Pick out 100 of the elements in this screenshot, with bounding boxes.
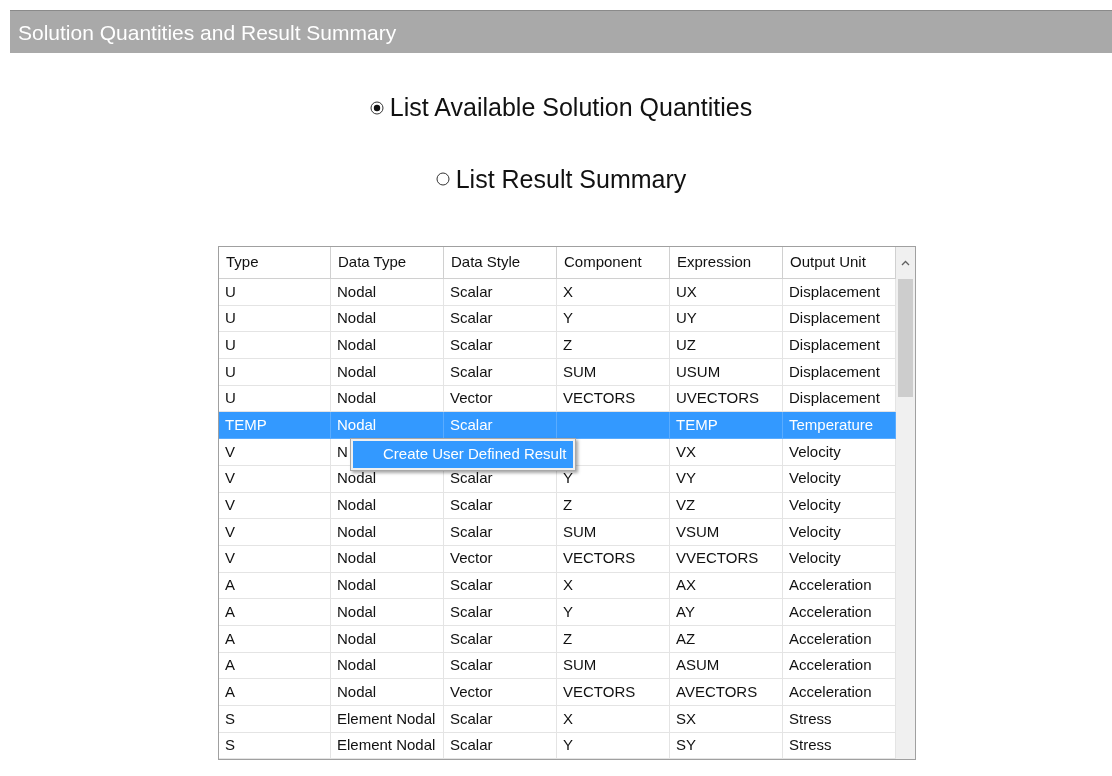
table-cell-text: Displacement <box>789 388 880 409</box>
table-row[interactable]: A Nodal Scalar Y AY Acceleration <box>219 599 896 626</box>
table-cell-text: Element Nodal <box>337 708 436 729</box>
table-cell-text: Displacement <box>789 281 880 302</box>
table-cell-text: TEMP <box>225 415 267 436</box>
table-cell-text: V <box>225 521 235 542</box>
table-cell-text: Acceleration <box>789 601 872 622</box>
caret-up-icon <box>901 260 910 266</box>
table-cell-text: Vector <box>450 548 493 569</box>
table-cell-text: AVECTORS <box>676 681 758 702</box>
radio-button[interactable] <box>435 172 450 187</box>
table-cell-text: Nodal <box>337 388 377 409</box>
table-cell-text: Nodal <box>337 601 377 622</box>
table-cell-text: VX <box>676 441 696 462</box>
table-cell-text: Nodal <box>337 681 377 702</box>
table-cell-text: UZ <box>676 334 696 355</box>
column-header[interactable]: Data Type <box>331 247 444 278</box>
table-cell-text: X <box>563 281 573 302</box>
table-cell-text: SY <box>676 735 696 756</box>
table-cell-text: SX <box>676 708 696 729</box>
table-cell-text: Nodal <box>337 575 377 596</box>
table-cell-text: X <box>563 708 573 729</box>
table-cell-text: Nodal <box>337 521 377 542</box>
table-cell-text: Nodal <box>337 468 377 489</box>
table-cell-text: TEMP <box>676 415 718 436</box>
table-cell-text: Z <box>563 334 573 355</box>
table-row[interactable]: U Nodal Scalar SUM USUM Displacement <box>219 359 896 386</box>
table-cell-text: VECTORS <box>563 681 636 702</box>
table-cell-text: SUM <box>563 361 597 382</box>
radio-button[interactable] <box>369 100 384 115</box>
panel-title: Solution Quantities and Result Summary <box>10 10 1112 53</box>
table-cell-text: USUM <box>676 361 721 382</box>
table-row[interactable]: V Nodal Scalar SUM VSUM Velocity <box>219 519 896 546</box>
table-row[interactable]: A Nodal Scalar SUM ASUM Acceleration <box>219 652 896 680</box>
column-header[interactable]: Expression <box>670 247 783 278</box>
table-cell-text: Velocity <box>789 495 841 516</box>
table-cell-text: Displacement <box>789 361 880 382</box>
table-cell-text: U <box>225 334 236 355</box>
column-header[interactable]: Component <box>557 247 670 278</box>
radio-option[interactable]: List Available Solution Quantities <box>369 89 753 127</box>
table-cell-text: Nodal <box>337 308 377 329</box>
table-cell-text: SUM <box>563 521 597 542</box>
table-row[interactable]: V Nodal Vector VECTORS VVECTORS Velocity <box>219 545 896 573</box>
table-cell-text: Scalar <box>450 601 493 622</box>
table-cell-text: VY <box>676 468 696 489</box>
table-cell-text: ASUM <box>676 655 720 676</box>
table-cell-text: Scalar <box>450 521 493 542</box>
table-cell-text: Velocity <box>789 468 841 489</box>
table-cell-text: X <box>563 575 573 596</box>
table-cell-text: Acceleration <box>789 575 872 596</box>
table-row[interactable]: A Nodal Vector VECTORS AVECTORS Acceleration <box>219 679 896 706</box>
table-cell-text: S <box>225 708 235 729</box>
table-row[interactable]: A Nodal Scalar X AX Acceleration <box>219 572 896 600</box>
table-row[interactable]: V Nodal Scalar Z VZ Velocity <box>219 492 896 520</box>
table-cell-text: AX <box>676 575 696 596</box>
table-cell-text: VSUM <box>676 521 720 542</box>
table-cell-text: Z <box>563 628 573 649</box>
table-cell-text: VVECTORS <box>676 548 759 569</box>
table-row[interactable]: S Element Nodal Scalar Y SY Stress <box>219 732 896 760</box>
table-cell-text: Nodal <box>337 655 377 676</box>
table-cell-text: Nodal <box>337 628 377 649</box>
column-header[interactable]: Type <box>219 247 331 278</box>
table-cell-text: Scalar <box>450 495 493 516</box>
table-cell-text: Scalar <box>450 361 493 382</box>
table-row[interactable]: U Nodal Scalar X UX Displacement <box>219 279 896 306</box>
table-cell-text: Stress <box>789 735 832 756</box>
table-cell-text: Scalar <box>450 628 493 649</box>
table-cell-text: Scalar <box>450 575 493 596</box>
table-cell-text: A <box>225 628 235 649</box>
table-row[interactable]: A Nodal Scalar Z AZ Acceleration <box>219 625 896 653</box>
scrollbar[interactable] <box>896 247 915 760</box>
radio-option[interactable]: List Result Summary <box>435 160 687 198</box>
table-cell-text: Scalar <box>450 415 493 436</box>
table-cell-text: V <box>225 548 235 569</box>
table-cell-text: Scalar <box>450 708 493 729</box>
table-cell-text: Nodal <box>337 361 377 382</box>
column-header[interactable]: Data Style <box>444 247 557 278</box>
table-cell-text: Scalar <box>450 281 493 302</box>
table-cell-text: Nodal <box>337 334 377 355</box>
table-row[interactable]: S Element Nodal Scalar X SX Stress <box>219 706 896 733</box>
table-cell-text: VECTORS <box>563 388 636 409</box>
table-cell-text: Vector <box>450 681 493 702</box>
table-cell-text: Velocity <box>789 548 841 569</box>
table-cell-text: Temperature <box>789 415 874 436</box>
table-cell-text: Scalar <box>450 735 493 756</box>
table-row[interactable]: U Nodal Scalar Y UY Displacement <box>219 305 896 333</box>
table-cell-text: U <box>225 281 236 302</box>
scroll-thumb[interactable] <box>898 279 913 397</box>
table-cell-text: Y <box>563 468 573 489</box>
table-cell-text: Displacement <box>789 334 880 355</box>
table-cell-text: Nodal <box>337 548 377 569</box>
table-cell-text: V <box>225 468 235 489</box>
table-row[interactable]: U Nodal Vector VECTORS UVECTORS Displacement <box>219 385 896 413</box>
table-cell-text: Acceleration <box>789 681 872 702</box>
table-cell-text: A <box>225 601 235 622</box>
table-row[interactable]: U Nodal Scalar Z UZ Displacement <box>219 332 896 360</box>
table-cell-text: Nodal <box>337 495 377 516</box>
table-cell-text: Nodal <box>337 415 377 436</box>
table-cell-text: S <box>225 735 235 756</box>
table-cell-text: Y <box>563 601 573 622</box>
